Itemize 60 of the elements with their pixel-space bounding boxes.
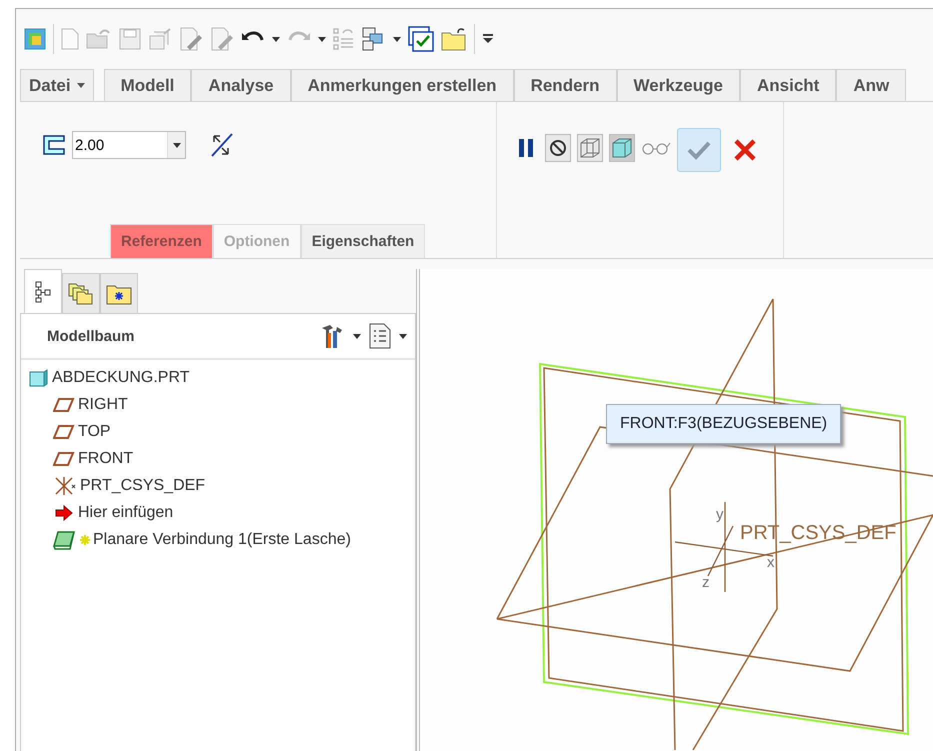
navigator-tab[interactable] <box>62 273 100 313</box>
caret-icon[interactable] <box>399 334 407 338</box>
axis-label: y <box>716 506 724 523</box>
no-preview-button[interactable] <box>545 134 571 162</box>
csys-icon <box>53 476 77 496</box>
caret-icon <box>76 83 85 88</box>
ribbon-tab[interactable]: Rendern <box>514 69 617 101</box>
prohibited-icon <box>549 139 567 157</box>
dynamic-preview-button[interactable] <box>609 134 635 162</box>
glasses-icon[interactable] <box>641 141 671 155</box>
close-icon[interactable] <box>733 138 757 162</box>
thickness-icon <box>42 134 66 156</box>
ribbon-tab[interactable]: Werkzeuge <box>616 69 740 101</box>
caret-icon[interactable] <box>318 36 326 42</box>
tree-item[interactable]: Planare Verbindung 1(Erste Lasche) <box>53 526 415 553</box>
dropdown-button[interactable] <box>167 132 185 158</box>
sheet-metal-icon <box>53 530 77 550</box>
axis-label: x <box>767 554 774 571</box>
caret-icon[interactable] <box>272 36 280 42</box>
wireframe-box-icon <box>579 137 601 159</box>
plane-icon <box>53 450 75 466</box>
arrow-icon <box>53 504 75 520</box>
dropdown-caret-icon[interactable] <box>172 142 180 148</box>
tooltip: FRONT:F3(BEZUGSEBENE) <box>606 404 842 444</box>
caret-icon[interactable] <box>353 334 361 338</box>
ribbon-tab[interactable]: Anmerkungen erstellen <box>290 69 514 101</box>
folder-icon[interactable] <box>441 27 467 51</box>
caret-icon[interactable] <box>393 36 401 42</box>
plane-icon <box>53 396 75 412</box>
tree-item[interactable]: ABDECKUNG.PRT <box>29 364 415 391</box>
tree-icon <box>35 280 51 302</box>
ribbon-tab[interactable]: Ansicht <box>740 69 836 101</box>
ribbon-tab[interactable]: Analyse <box>191 69 291 101</box>
plane-icon <box>53 424 75 440</box>
panel-title: Modellbaum <box>47 328 136 344</box>
check-icon <box>687 140 711 160</box>
ribbon-tab[interactable]: Anw <box>836 69 906 101</box>
shaded-box-icon <box>611 137 633 159</box>
folders-icon <box>68 282 94 306</box>
tree-item[interactable]: RIGHT <box>53 391 415 418</box>
app-icon[interactable] <box>24 28 46 50</box>
ribbon-tab[interactable]: Modell <box>104 69 192 101</box>
customize-icon[interactable] <box>482 34 494 44</box>
tree-item[interactable]: PRT_CSYS_DEF <box>53 472 415 499</box>
pause-icon[interactable] <box>518 138 534 158</box>
folder-icon <box>106 282 132 304</box>
tree-item[interactable]: Hier einfügen <box>53 499 415 526</box>
thickness-combo-box[interactable]: 2.00 <box>72 131 186 159</box>
panel-tab[interactable]: Eigenschaften <box>300 224 426 258</box>
ribbon-tab[interactable]: Datei <box>20 69 94 101</box>
tree-item[interactable]: TOP <box>53 418 415 445</box>
document-pencil-icon[interactable] <box>179 27 203 51</box>
window-check-icon[interactable] <box>408 26 434 52</box>
navigator-tab[interactable] <box>100 273 138 313</box>
tree-item[interactable]: FRONT <box>53 445 415 472</box>
axis-label: z <box>702 574 710 591</box>
navigator-tab[interactable] <box>24 269 62 313</box>
static-preview-button[interactable] <box>577 134 603 162</box>
list-settings-icon[interactable] <box>369 323 391 349</box>
block-icon <box>29 368 49 386</box>
